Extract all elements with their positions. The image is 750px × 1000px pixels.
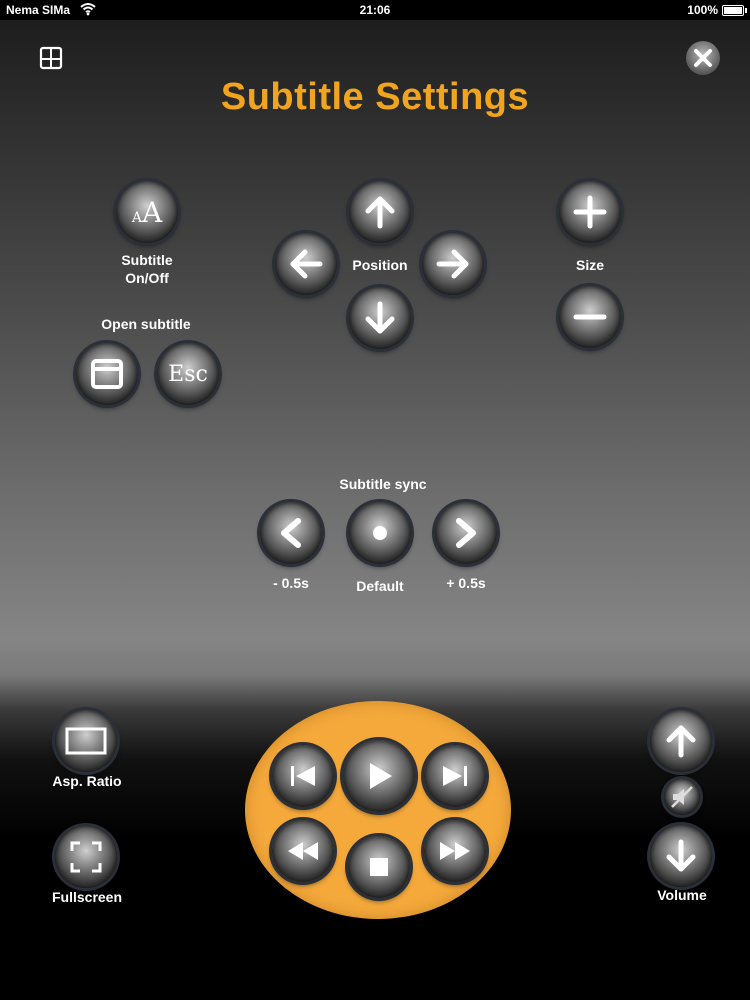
volume-label: Volume (657, 887, 707, 903)
stop-button[interactable] (348, 836, 410, 898)
plus-icon (573, 195, 607, 229)
position-right-button[interactable] (422, 233, 484, 295)
aspect-ratio-button[interactable] (55, 710, 117, 772)
size-label: Size (575, 257, 604, 273)
subtitle-settings-screen: Nema SIMa 21:06 100% Subtitle Settings A… (0, 0, 750, 1000)
rewind-button[interactable] (272, 820, 334, 882)
aspect-ratio-label: Asp. Ratio (52, 773, 122, 789)
battery-icon (722, 5, 747, 16)
chevron-left-icon (281, 518, 301, 548)
rewind-icon (288, 842, 318, 860)
stop-icon (370, 858, 388, 876)
window-icon (91, 359, 123, 389)
sync-default-button[interactable] (349, 502, 411, 564)
arrow-up-icon (365, 196, 395, 229)
skip-previous-icon (291, 766, 315, 786)
sync-plus-label: + 0.5s (446, 575, 486, 591)
mute-speaker-icon (671, 786, 693, 808)
open-subtitle-file-button[interactable] (76, 343, 138, 405)
volume-up-button[interactable] (650, 710, 712, 772)
dot-icon (373, 526, 387, 540)
page-title: Subtitle Settings (220, 76, 530, 118)
close-icon (694, 49, 712, 67)
position-label: Position (352, 257, 408, 273)
open-subtitle-label: Open subtitle (101, 316, 191, 332)
sync-minus-button[interactable] (260, 502, 322, 564)
clock: 21:06 (359, 3, 391, 17)
fast-forward-icon (440, 842, 470, 860)
fullscreen-label: Fullscreen (51, 889, 123, 905)
close-button[interactable] (686, 41, 720, 75)
position-up-button[interactable] (349, 181, 411, 243)
arrow-up-icon (666, 725, 696, 758)
arrow-left-icon (290, 249, 323, 279)
volume-down-button[interactable] (650, 825, 712, 887)
skip-next-icon (443, 766, 467, 786)
size-increase-button[interactable] (559, 181, 621, 243)
next-track-button[interactable] (424, 745, 486, 807)
font-size-icon: AA (131, 195, 163, 229)
sync-minus-label: - 0.5s (273, 575, 309, 591)
esc-icon: Esc (168, 361, 208, 387)
split-screen-icon[interactable] (37, 44, 65, 72)
subtitle-toggle-label: Subtitle On/Off (121, 252, 173, 286)
minus-icon (573, 314, 607, 320)
subtitle-sync-label: Subtitle sync (339, 476, 427, 492)
arrow-right-icon (436, 249, 469, 279)
previous-track-button[interactable] (272, 745, 334, 807)
arrow-down-icon (365, 301, 395, 334)
aspect-ratio-icon (65, 727, 107, 755)
fullscreen-icon (70, 841, 102, 873)
play-button[interactable] (343, 740, 415, 812)
arrow-down-icon (666, 839, 696, 872)
position-down-button[interactable] (349, 287, 411, 349)
subtitle-toggle-button[interactable]: AA (116, 181, 178, 243)
position-left-button[interactable] (275, 233, 337, 295)
escape-button[interactable]: Esc (157, 343, 219, 405)
status-bar: Nema SIMa 21:06 100% (0, 0, 750, 20)
play-icon (370, 763, 392, 789)
sync-default-label: Default (356, 578, 404, 594)
fullscreen-button[interactable] (55, 826, 117, 888)
size-decrease-button[interactable] (559, 286, 621, 348)
mute-button[interactable] (664, 779, 700, 815)
sync-plus-button[interactable] (435, 502, 497, 564)
battery-percent: 100% (687, 3, 718, 17)
chevron-right-icon (456, 518, 476, 548)
fast-forward-button[interactable] (424, 820, 486, 882)
